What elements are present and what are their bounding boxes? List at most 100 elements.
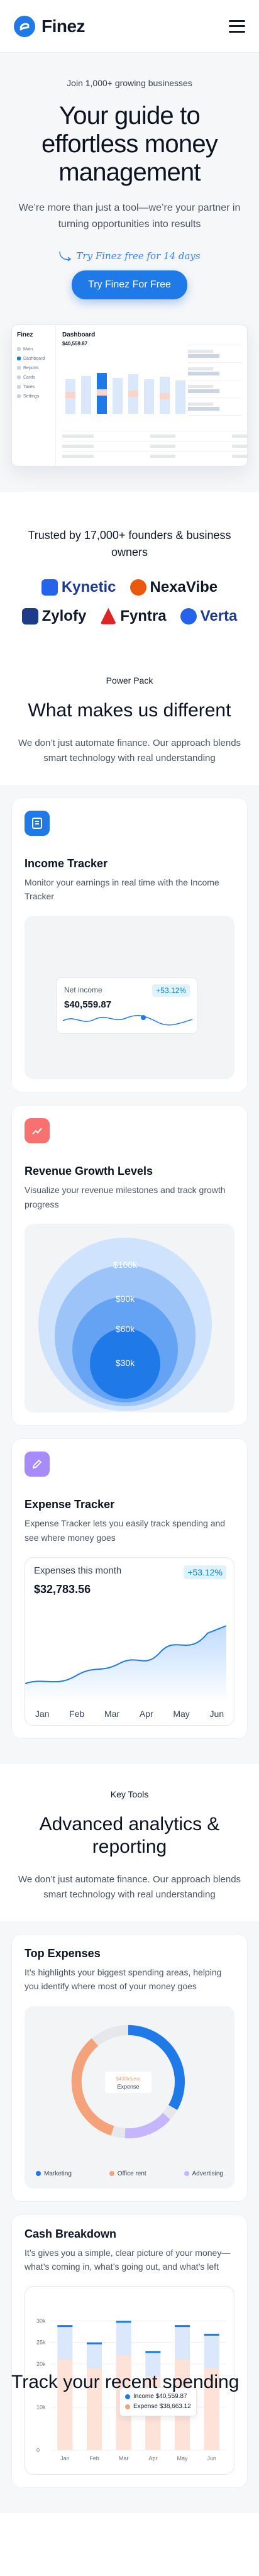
income-bar-cap xyxy=(87,2343,102,2345)
trusted-title: Trusted by 17,000+ founders & business o… xyxy=(28,528,231,558)
try-note-text: Try Finez free for 14 days xyxy=(76,250,201,262)
dashboard-nav-item[interactable]: Main xyxy=(17,345,50,354)
hero-subtitle: We’re more than just a tool—we’re your p… xyxy=(18,203,241,230)
month-label: Mar xyxy=(104,1708,120,1719)
document-icon xyxy=(25,810,50,836)
power-pack-header: Power Pack What makes us different We do… xyxy=(0,650,259,785)
site-header: Finez xyxy=(0,0,259,53)
top-expenses-visual: $400k/year Expense Marketing Office rent… xyxy=(25,2006,234,2189)
net-income-value: $40,559.87 xyxy=(64,999,112,1011)
expense-months: Jan Feb Mar Apr May Jun xyxy=(25,1709,234,1719)
y-tick-label: 20k xyxy=(36,2361,46,2367)
dashboard-brand: Finez xyxy=(17,331,33,338)
expense-value: $32,783.56 xyxy=(34,1582,91,1596)
y-tick-label: 30k xyxy=(36,2318,46,2324)
y-tick-label: 0 xyxy=(36,2447,40,2453)
tools-section: Top Expenses It’s highlights your bigges… xyxy=(0,1921,259,2514)
level-60k: $60k xyxy=(116,1324,135,1334)
revenue-card: Revenue Growth Levels Visualize your rev… xyxy=(11,1105,248,1426)
month-label: Jun xyxy=(209,1708,224,1719)
month-label: May xyxy=(173,1708,190,1719)
hero-kicker: Join 1,000+ growing businesses xyxy=(67,78,192,88)
income-desc: Monitor your earnings in real time with … xyxy=(25,877,219,901)
expense-card: Expense Tracker Expense Tracker lets you… xyxy=(11,1438,248,1739)
brand-logo-fyntra: Fyntra xyxy=(100,608,167,625)
menu-icon[interactable] xyxy=(229,19,245,33)
x-tick-label: Feb xyxy=(89,2455,99,2462)
try-free-button[interactable]: Try Finez For Free xyxy=(72,270,187,299)
dashboard-main: Dashboard $40,559.87 xyxy=(56,325,247,466)
income-title: Income Tracker xyxy=(25,857,108,870)
level-100k: $100k xyxy=(113,1260,138,1270)
tools-kicker: Key Tools xyxy=(110,1789,149,1799)
tooltip-expense: Expense $38,663.12 xyxy=(133,2403,191,2411)
donut-legend: Marketing Office rent Advertising xyxy=(36,2170,223,2177)
expense-desc: Expense Tracker lets you easily track sp… xyxy=(25,1518,226,1543)
key-tools-header: Key Tools Advanced analytics & reporting… xyxy=(0,1764,259,1921)
power-title: What makes us different xyxy=(28,699,231,721)
month-label: Feb xyxy=(69,1708,85,1719)
income-bar-cap xyxy=(57,2325,73,2328)
tools-subtitle: We don’t just automate finance. Our appr… xyxy=(18,1874,241,1900)
dashboard-preview-wrap: Finez Main Dashboard Reports Cards Taxes… xyxy=(0,311,259,492)
level-30k: $30k xyxy=(116,1358,135,1368)
expense-visual: Expenses this month $32,783.56 +53.12% J… xyxy=(25,1557,234,1726)
income-visual: Net income $40,559.87 +53.12% xyxy=(25,916,234,1080)
revenue-visual: $100k $90k $60k $30k xyxy=(25,1224,234,1413)
brand-logos: Kynetic NexaVibe Zylofy Fyntra Verta xyxy=(13,579,246,625)
logo[interactable]: Finez xyxy=(14,15,85,37)
top-expenses-card: Top Expenses It’s highlights your bigges… xyxy=(11,1933,248,2202)
net-income-badge: +53.12% xyxy=(152,984,190,997)
dashboard-nav-item[interactable]: Taxes xyxy=(17,382,50,392)
curved-arrow-icon xyxy=(59,251,72,262)
income-bar-cap xyxy=(116,2321,131,2323)
features-section: Income Tracker Monitor your earnings in … xyxy=(0,784,259,1764)
try-note: Try Finez free for 14 days xyxy=(11,250,248,262)
dashboard-bar-chart xyxy=(65,372,185,414)
month-label: Apr xyxy=(139,1708,153,1719)
expense-badge: +53.12% xyxy=(184,1565,226,1579)
dashboard-table xyxy=(62,430,247,461)
income-bar-cap xyxy=(204,2334,219,2336)
level-90k: $90k xyxy=(116,1294,135,1304)
kynetic-icon xyxy=(41,579,58,596)
dashboard-nav-item[interactable]: Dashboard xyxy=(17,354,50,364)
x-tick-label: May xyxy=(177,2455,188,2462)
revenue-title: Revenue Growth Levels xyxy=(25,1165,153,1178)
brand-name: Finez xyxy=(41,16,85,36)
legend-item: Marketing xyxy=(36,2170,72,2177)
top-expenses-desc: It’s highlights your biggest spending ar… xyxy=(25,1967,222,1992)
dashboard-nav-item[interactable]: Reports xyxy=(17,364,50,373)
power-subtitle: We don’t just automate finance. Our appr… xyxy=(18,737,241,763)
verta-icon xyxy=(180,608,197,625)
hero-title: Your guide to effortless money managemen… xyxy=(41,102,218,186)
chart-icon xyxy=(25,1118,50,1144)
logo-mark-icon xyxy=(14,15,35,37)
brand-logo-zylofy: Zylofy xyxy=(21,608,86,625)
donut-center-label: Expense xyxy=(117,2084,139,2090)
fyntra-icon xyxy=(100,608,117,625)
power-kicker: Power Pack xyxy=(106,675,153,686)
net-income-card: Net income $40,559.87 +53.12% xyxy=(56,977,198,1035)
dashboard-preview: Finez Main Dashboard Reports Cards Taxes… xyxy=(11,324,248,467)
hero-section: Join 1,000+ growing businesses Your guid… xyxy=(0,53,259,312)
expense-area-chart xyxy=(25,1624,226,1702)
dashboard-stats xyxy=(188,331,242,416)
cash-desc: It’s gives you a simple, clear picture o… xyxy=(25,2247,231,2272)
nexavibe-icon xyxy=(130,579,146,596)
dashboard-nav-item[interactable]: Cards xyxy=(17,373,50,382)
expense-title: Expense Tracker xyxy=(25,1498,115,1511)
tools-title: Advanced analytics & reporting xyxy=(39,1813,220,1857)
x-tick-label: Mar xyxy=(119,2455,129,2462)
x-tick-label: Apr xyxy=(148,2455,157,2462)
legend-item: Advertising xyxy=(184,2170,223,2177)
recent-spending-title: Track your recent spending xyxy=(11,2372,240,2392)
dashboard-nav-item[interactable]: Settings xyxy=(17,392,50,401)
cash-title: Cash Breakdown xyxy=(25,2227,117,2240)
x-tick-label: Jun xyxy=(207,2455,216,2462)
expense-label: Expenses this month xyxy=(34,1565,122,1576)
income-sparkline xyxy=(63,1015,192,1026)
donut-center-small: $400k/year xyxy=(116,2076,141,2082)
x-tick-label: Jan xyxy=(60,2455,70,2462)
zylofy-icon xyxy=(21,608,38,625)
